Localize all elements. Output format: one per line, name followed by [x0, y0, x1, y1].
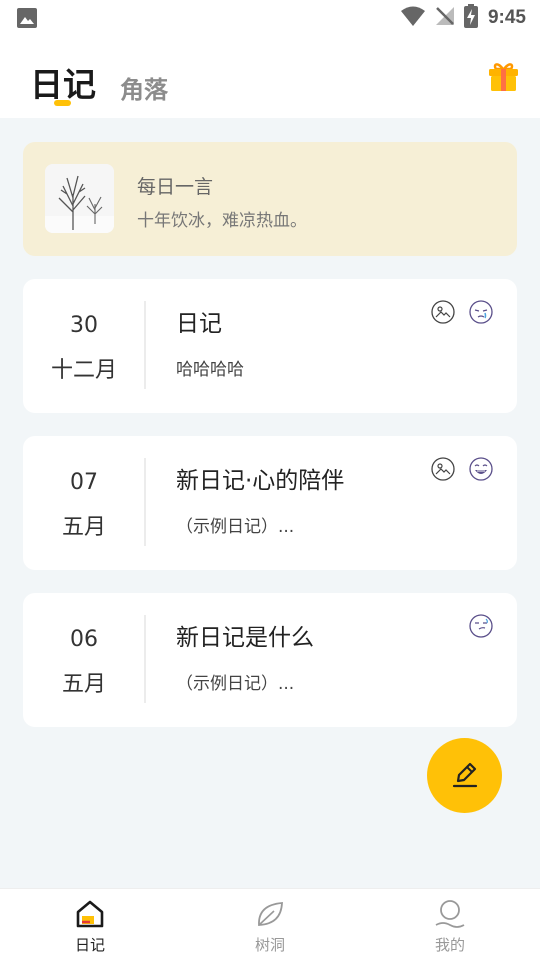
profile-icon: [434, 899, 466, 929]
tab-corner[interactable]: 角落: [120, 70, 168, 105]
nav-item-diary[interactable]: 日记: [0, 889, 180, 960]
entry-month: 五月: [61, 672, 106, 697]
active-tab-indicator: [54, 100, 71, 106]
entry-day: 30: [70, 313, 98, 338]
entry-excerpt: （示例日记）...: [176, 517, 295, 537]
daily-quote-card[interactable]: 每日一言 十年饮冰，难凉热血。: [23, 142, 517, 256]
status-time: 9:45: [487, 7, 526, 28]
tab-diary[interactable]: 日记: [30, 58, 96, 106]
home-icon: [74, 899, 106, 929]
gift-icon[interactable]: [487, 60, 520, 93]
entry-title: 新日记·心的陪伴: [176, 468, 345, 494]
entry-excerpt: （示例日记）...: [176, 674, 295, 694]
awkward-face-icon: [469, 614, 493, 638]
nav-item-tree-hole[interactable]: 树洞: [180, 889, 360, 960]
diary-entry-card[interactable]: 30 十二月 日记 哈哈哈哈: [23, 279, 517, 413]
image-icon: [431, 457, 455, 481]
quote-text: 十年饮冰，难凉热血。: [137, 211, 307, 231]
crying-face-icon: [469, 300, 493, 324]
laughing-face-icon: [469, 457, 493, 481]
status-bar: 9:45: [0, 0, 540, 36]
leaf-icon: [254, 899, 286, 929]
entry-day: 06: [70, 627, 98, 652]
bottom-navigation: 日记 树洞 我的: [0, 888, 540, 960]
image-icon: [431, 300, 455, 324]
entry-divider: [144, 301, 146, 389]
nav-label: 我的: [434, 936, 465, 954]
pencil-icon: [450, 759, 480, 793]
quote-title: 每日一言: [137, 176, 214, 198]
diary-entry-card[interactable]: 06 五月 新日记是什么 （示例日记）...: [23, 593, 517, 727]
quote-thumbnail-image: [45, 164, 114, 233]
gallery-notification-icon: [16, 7, 38, 29]
diary-entry-card[interactable]: 07 五月 新日记·心的陪伴 （示例日记）...: [23, 436, 517, 570]
entry-excerpt: 哈哈哈哈: [176, 360, 244, 380]
entry-title: 新日记是什么: [176, 625, 314, 651]
entry-divider: [144, 615, 146, 703]
nav-label: 日记: [74, 936, 105, 954]
entry-divider: [144, 458, 146, 546]
entry-day: 07: [70, 470, 98, 495]
entry-month: 十二月: [50, 358, 117, 383]
nav-label: 树洞: [254, 936, 285, 954]
nav-item-profile[interactable]: 我的: [360, 889, 540, 960]
entry-title: 日记: [176, 311, 222, 337]
no-signal-icon: [434, 5, 456, 31]
wifi-icon: [400, 5, 426, 31]
entry-month: 五月: [61, 515, 106, 540]
battery-charging-icon: [463, 4, 478, 32]
write-diary-button[interactable]: [427, 738, 502, 813]
